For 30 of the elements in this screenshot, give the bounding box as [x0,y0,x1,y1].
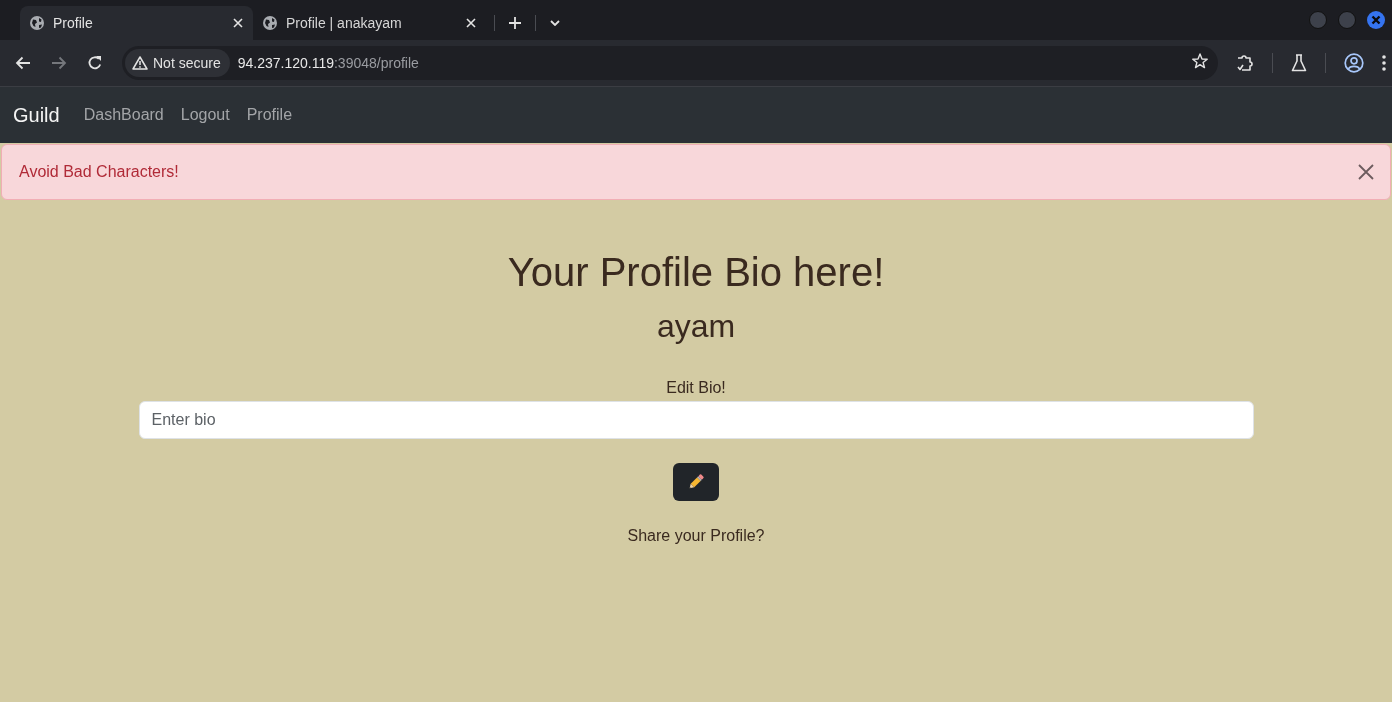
puzzle-piece-icon[interactable] [1236,54,1254,72]
close-window-icon[interactable] [1367,11,1385,29]
browser-tab[interactable]: Profile [20,6,253,40]
globe-icon [30,16,44,30]
account-avatar-icon[interactable] [1344,53,1364,73]
nav-link[interactable]: Profile [246,106,293,124]
star-icon[interactable] [1192,53,1208,69]
plus-icon[interactable] [509,17,521,29]
menu-icon[interactable] [1382,55,1386,71]
page-heading: Your Profile Bio here! [507,249,885,296]
globe-icon [263,16,277,30]
pencil-icon [687,473,705,491]
alert-message: Avoid Bad Characters! [19,163,179,181]
flask-icon[interactable] [1291,54,1307,72]
share-profile-text: Share your Profile? [627,526,765,546]
back-arrow-icon[interactable] [15,55,31,71]
brand-link[interactable]: Guild [13,103,60,127]
reload-icon[interactable] [87,55,103,71]
url-text: 94.237.120.119:39048/profile [237,55,419,71]
username-text: ayam [656,307,736,345]
chevron-down-icon[interactable] [550,20,560,26]
warning-icon [132,56,148,70]
bio-label: Edit Bio! [666,378,726,398]
bio-input-field[interactable]: Enter bio [138,401,1254,439]
nav-link[interactable]: Logout [180,106,230,124]
edit-bio-button[interactable] [673,463,719,501]
browser-tab[interactable]: Profile | anakayam [253,6,486,40]
nav-link[interactable]: DashBoard [83,106,164,124]
address-bar[interactable]: Not secure 94.237.120.119:39048/profile [122,46,1218,80]
security-chip[interactable]: Not secure [125,49,230,77]
